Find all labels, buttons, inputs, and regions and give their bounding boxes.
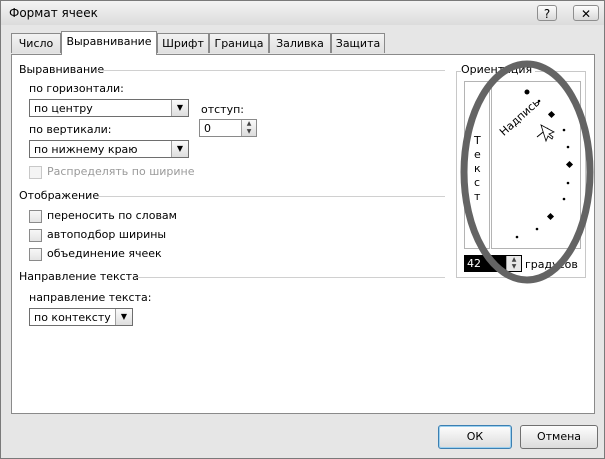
- direction-section-title: Направление текста: [19, 270, 139, 283]
- degrees-spinner[interactable]: 42 ▲ ▼: [464, 255, 522, 272]
- display-separator: [95, 196, 445, 197]
- alignment-section-title: Выравнивание: [19, 63, 105, 76]
- tab-number[interactable]: Число: [11, 33, 61, 53]
- tab-border[interactable]: Граница: [209, 33, 269, 53]
- dial-dot: [562, 128, 566, 132]
- close-button[interactable]: ✕: [573, 5, 599, 21]
- orientation-section-title: Ориентация: [461, 63, 536, 76]
- vertical-label: по вертикали:: [29, 123, 112, 136]
- direction-separator: [135, 277, 445, 278]
- window-title: Формат ячеек: [9, 6, 98, 20]
- tab-font[interactable]: Шрифт: [157, 33, 209, 53]
- direction-select-value: по контексту: [34, 311, 111, 324]
- chevron-down-icon[interactable]: ▼: [115, 309, 132, 325]
- arrow-up-icon[interactable]: ▲: [507, 256, 521, 263]
- indent-spinner[interactable]: 0 ▲ ▼: [199, 119, 257, 137]
- shrink-to-fit-checkbox[interactable]: [29, 229, 42, 242]
- dial-dot: [566, 145, 570, 149]
- dial-marker: [547, 110, 556, 119]
- merge-cells-checkbox[interactable]: [29, 248, 42, 261]
- title-bar[interactable]: Формат ячеек ? ✕: [1, 1, 604, 25]
- dial-dot: [562, 197, 566, 201]
- vertical-letter: к: [474, 162, 481, 175]
- degrees-label: градусов: [525, 258, 578, 271]
- dial-dot: [535, 227, 539, 231]
- dial-marker: [546, 212, 555, 221]
- direction-label: направление текста:: [29, 291, 152, 304]
- horizontal-select-value: по центру: [34, 102, 93, 115]
- format-cells-dialog: Формат ячеек ? ✕ Число Выравнивание Шриф…: [0, 0, 605, 459]
- wrap-text-checkbox[interactable]: [29, 210, 42, 223]
- vertical-letter: т: [474, 190, 481, 203]
- vertical-letter: е: [474, 148, 481, 161]
- vertical-text-box[interactable]: Т е к с т: [464, 81, 490, 249]
- horizontal-select[interactable]: по центру ▼: [29, 99, 189, 117]
- chevron-down-icon[interactable]: ▼: [171, 100, 188, 116]
- distribute-checkbox[interactable]: [29, 166, 42, 179]
- distribute-label: Распределять по ширине: [47, 165, 195, 178]
- dial-dot: [515, 235, 519, 239]
- direction-select[interactable]: по контексту ▼: [29, 308, 133, 326]
- dial-marker: [565, 160, 574, 169]
- help-button[interactable]: ?: [537, 5, 557, 21]
- shrink-to-fit-label: автоподбор ширины: [47, 228, 167, 241]
- vertical-select-value: по нижнему краю: [34, 143, 138, 156]
- wrap-text-label: переносить по словам: [47, 209, 177, 222]
- vertical-select[interactable]: по нижнему краю ▼: [29, 140, 189, 158]
- arrow-up-icon[interactable]: ▲: [242, 120, 256, 128]
- spinner-buttons[interactable]: ▲ ▼: [506, 256, 521, 271]
- degrees-value: 42: [467, 257, 481, 270]
- merge-cells-label: объединение ячеек: [47, 247, 162, 260]
- tab-alignment[interactable]: Выравнивание: [61, 31, 157, 55]
- cursor-icon: [540, 124, 555, 143]
- cancel-button[interactable]: Отмена: [520, 425, 598, 449]
- alignment-separator: [97, 70, 445, 71]
- horizontal-label: по горизонтали:: [29, 82, 124, 95]
- display-section-title: Отображение: [19, 189, 100, 202]
- vertical-letter: с: [474, 176, 481, 189]
- arrow-down-icon[interactable]: ▼: [242, 128, 256, 136]
- spinner-buttons[interactable]: ▲ ▼: [241, 120, 256, 136]
- vertical-letter: Т: [474, 134, 481, 147]
- tab-protection[interactable]: Защита: [331, 33, 385, 53]
- dial-dot: [566, 181, 570, 185]
- tab-fill[interactable]: Заливка: [269, 33, 331, 53]
- indent-value: 0: [204, 122, 211, 135]
- arrow-down-icon[interactable]: ▼: [507, 263, 521, 270]
- ok-button[interactable]: ОК: [438, 425, 512, 449]
- dial-marker: [524, 89, 530, 95]
- chevron-down-icon[interactable]: ▼: [171, 141, 188, 157]
- indent-label: отступ:: [201, 103, 245, 116]
